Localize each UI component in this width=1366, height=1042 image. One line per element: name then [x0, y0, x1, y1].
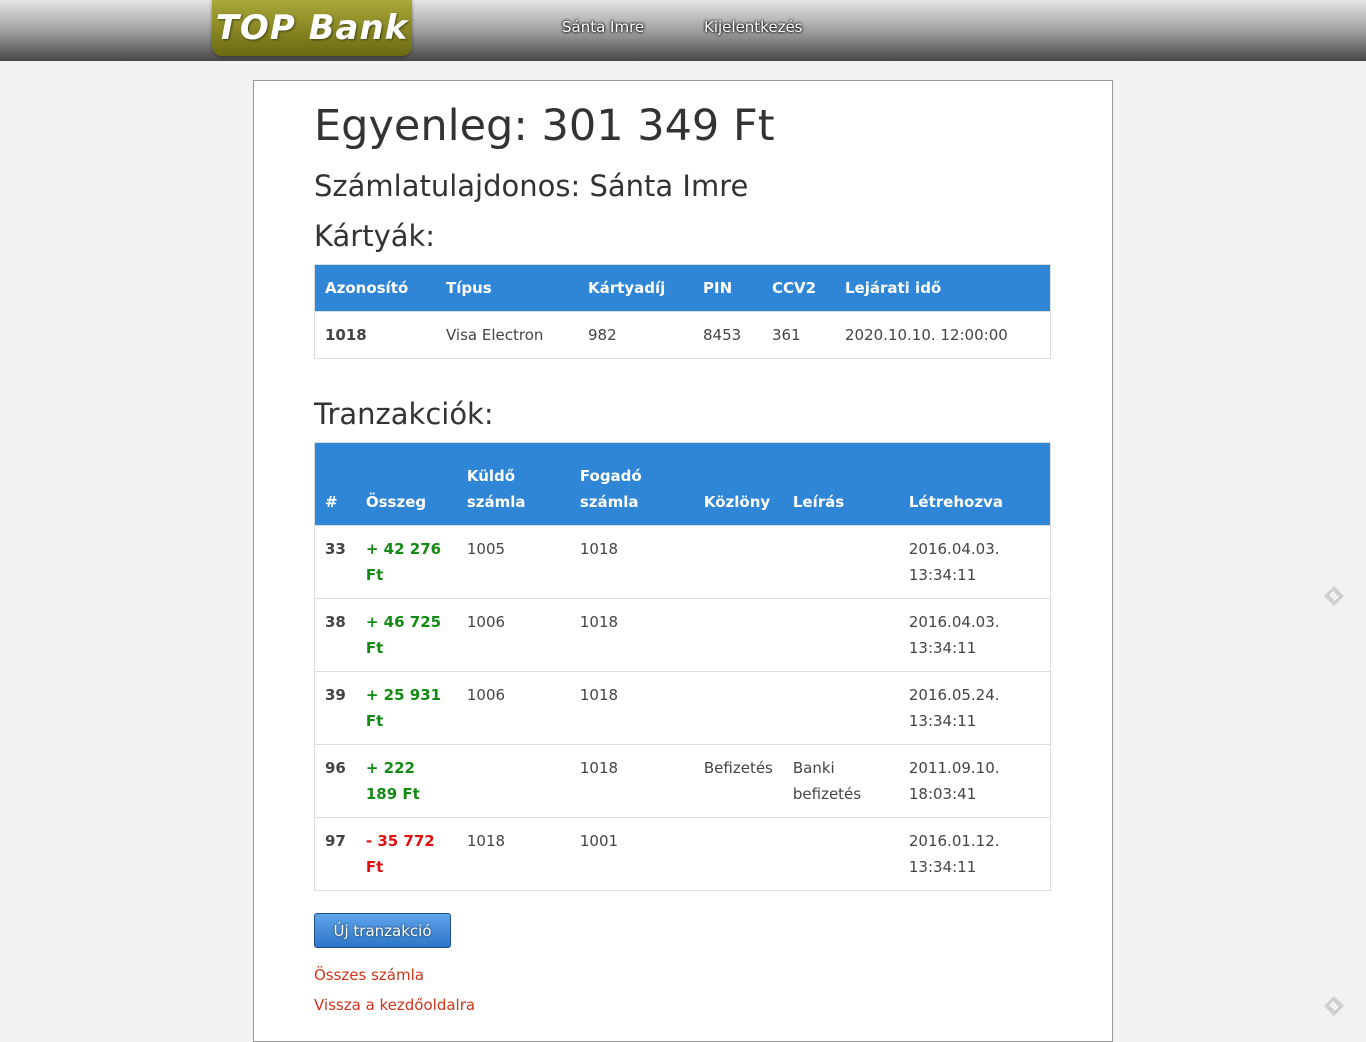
- tx-amount: + 42 276 Ft: [355, 525, 457, 599]
- tx-id: 39: [314, 671, 356, 745]
- tx-receiver: 1018: [569, 598, 694, 672]
- new-transaction-button[interactable]: Új tranzakció: [314, 913, 451, 948]
- tx-col-receiver: Fogadó számla: [569, 442, 694, 526]
- cards-header-row: Azonosító Típus Kártyadíj PIN CCV2 Lejár…: [314, 264, 1051, 312]
- tx-receiver: 1018: [569, 671, 694, 745]
- feedly-icon[interactable]: [1322, 994, 1346, 1018]
- tx-amount: + 25 931 Ft: [355, 671, 457, 745]
- tx-sender: 1005: [456, 525, 570, 599]
- tx-note: [693, 671, 783, 745]
- all-accounts-link[interactable]: Összes számla: [314, 966, 424, 984]
- transactions-header-row: # Összeg Küldő számla Fogadó számla Közl…: [314, 442, 1051, 526]
- tx-receiver: 1018: [569, 525, 694, 599]
- cards-col-fee: Kártyadíj: [578, 264, 693, 312]
- tx-sender: 1006: [456, 671, 570, 745]
- transaction-row: 96 + 222 189 Ft 1018 Befizetés Banki befizet…: [314, 744, 1051, 818]
- tx-id: 96: [314, 744, 356, 818]
- tx-col-description: Leírás: [782, 442, 899, 526]
- tx-amount: - 35 772 Ft: [355, 817, 457, 891]
- tx-description: [782, 671, 899, 745]
- tx-description: [782, 817, 899, 891]
- transaction-row: 38 + 46 725 Ft 1006 1018 2016.04.03. 13:34:1…: [314, 598, 1051, 672]
- tx-note: [693, 598, 783, 672]
- top-navbar: TOP Bank Sánta Imre Kijelentkezés: [0, 0, 1366, 61]
- tx-col-created: Létrehozva: [898, 442, 1051, 526]
- tx-description: [782, 525, 899, 599]
- tx-created: 2016.01.12. 13:34:11: [898, 817, 1051, 891]
- transaction-row: 97- 35 772 Ft 1018 1001 2016.01.12. 13:34:1…: [314, 817, 1051, 891]
- card-row: 1018 Visa Electron 982 8453 361 2020.10.…: [314, 311, 1051, 359]
- tx-created: 2011.09.10. 18:03:41: [898, 744, 1051, 818]
- card-expiry: 2020.10.10. 12:00:00: [835, 311, 1051, 359]
- card-fee: 982: [578, 311, 693, 359]
- nav-user-link[interactable]: Sánta Imre: [562, 18, 644, 36]
- tx-created: 2016.04.03. 13:34:11: [898, 598, 1051, 672]
- cards-table: Azonosító Típus Kártyadíj PIN CCV2 Lejár…: [314, 264, 1051, 359]
- tx-receiver: 1001: [569, 817, 694, 891]
- balance-heading: Egyenleg: 301 349 Ft: [314, 101, 775, 151]
- tx-col-amount: Összeg: [355, 442, 457, 526]
- tx-id: 97: [314, 817, 356, 891]
- tx-note: [693, 817, 783, 891]
- tx-receiver: 1018: [569, 744, 694, 818]
- tx-col-sender: Küldő számla: [456, 442, 570, 526]
- card-type: Visa Electron: [436, 311, 578, 359]
- transaction-row: 33 + 42 276 Ft 1005 1018 2016.04.03. 13:34:1…: [314, 525, 1051, 599]
- nav-logout-link[interactable]: Kijelentkezés: [704, 18, 802, 36]
- tx-amount: + 222 189 Ft: [355, 744, 457, 818]
- cards-col-type: Típus: [436, 264, 578, 312]
- tx-col-note: Közlöny: [693, 442, 783, 526]
- transactions-table: # Összeg Küldő számla Fogadó számla Közl…: [314, 442, 1051, 891]
- card-ccv2: 361: [762, 311, 835, 359]
- tx-col-number: #: [314, 442, 356, 526]
- tx-sender: 1018: [456, 817, 570, 891]
- owner-heading: Számlatulajdonos: Sánta Imre: [314, 169, 749, 203]
- transaction-row: 39 + 25 931 Ft 1006 1018 2016.05.24. 13:34:1…: [314, 671, 1051, 745]
- cards-col-id: Azonosító: [314, 264, 436, 312]
- tx-id: 33: [314, 525, 356, 599]
- cards-col-pin: PIN: [693, 264, 762, 312]
- tx-description: [782, 598, 899, 672]
- tx-id: 38: [314, 598, 356, 672]
- cards-col-expiry: Lejárati idő: [835, 264, 1051, 312]
- back-home-link[interactable]: Vissza a kezdőoldalra: [314, 996, 475, 1014]
- feedly-icon[interactable]: [1322, 584, 1346, 608]
- tx-created: 2016.04.03. 13:34:11: [898, 525, 1051, 599]
- top-bank-logo[interactable]: TOP Bank: [212, 0, 412, 56]
- cards-col-ccv2: CCV2: [762, 264, 835, 312]
- cards-heading: Kártyák:: [314, 219, 436, 253]
- tx-description: Banki befizetés: [782, 744, 899, 818]
- tx-sender: 1006: [456, 598, 570, 672]
- tx-note: [693, 525, 783, 599]
- tx-sender: [456, 744, 570, 818]
- tx-amount: + 46 725 Ft: [355, 598, 457, 672]
- tx-created: 2016.05.24. 13:34:11: [898, 671, 1051, 745]
- tx-note: Befizetés: [693, 744, 783, 818]
- transactions-heading: Tranzakciók:: [314, 397, 494, 431]
- card-pin: 8453: [693, 311, 762, 359]
- account-panel: Egyenleg: 301 349 Ft Számlatulajdonos: S…: [253, 80, 1113, 1042]
- card-id: 1018: [314, 311, 436, 359]
